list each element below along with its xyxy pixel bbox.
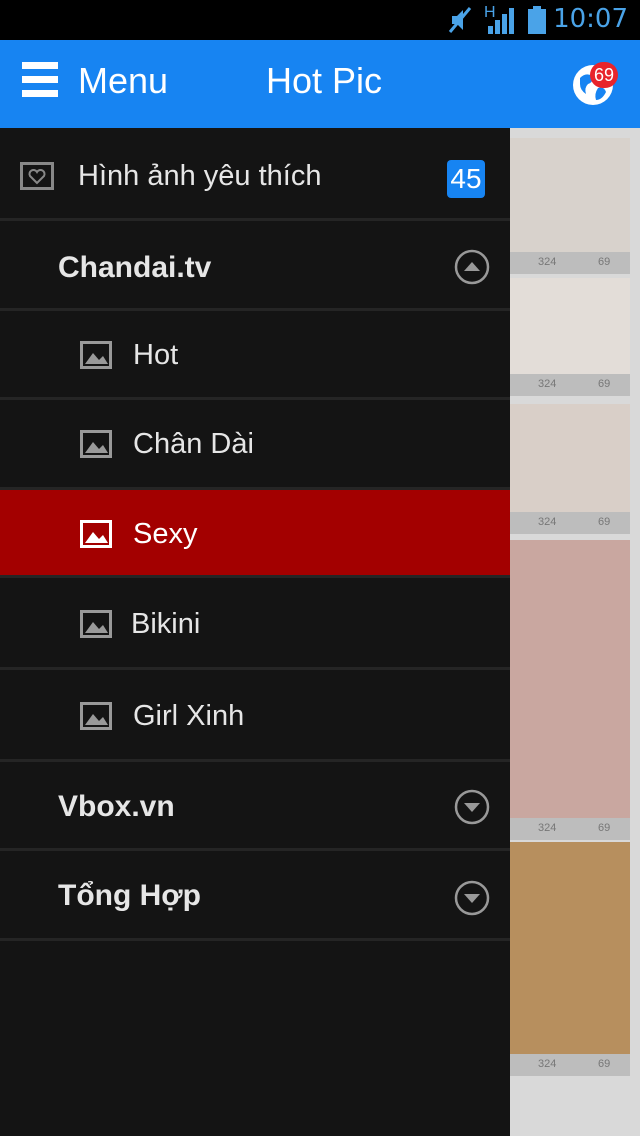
section-label: Vbox.vn: [58, 790, 175, 823]
section-tong-hop[interactable]: Tổng Hợp: [0, 851, 510, 941]
background-photo-tile[interactable]: [510, 842, 630, 1054]
app-bar: Menu Hot Pic 69: [0, 40, 640, 128]
heart-frame-icon: [20, 162, 54, 190]
favorites-label: Hình ảnh yêu thích: [78, 160, 322, 192]
background-photo-meta: 324 69: [510, 512, 630, 534]
background-photo-meta: 324 69: [510, 252, 630, 274]
background-photo-tile[interactable]: [510, 404, 630, 512]
background-photo-meta: 324 69: [510, 1054, 630, 1076]
nav-item-label: Hot: [133, 339, 179, 371]
favorites-count-badge: 45: [447, 160, 485, 198]
notification-badge: 69: [590, 62, 618, 88]
section-vbox[interactable]: Vbox.vn: [0, 762, 510, 851]
app-title: Hot Pic: [266, 60, 383, 101]
background-like-count: 69: [598, 378, 611, 390]
background-like-count: 69: [598, 516, 611, 528]
mute-icon: [448, 7, 472, 33]
background-photo-tile[interactable]: [510, 540, 630, 818]
battery-icon: [528, 6, 546, 34]
nav-item-label: Sexy: [133, 518, 198, 550]
navigation-drawer: Hình ảnh yêu thích 45 Chandai.tv Hot Châ…: [0, 128, 510, 1136]
image-icon: [80, 520, 112, 548]
image-icon: [80, 341, 112, 369]
expand-arrow-icon[interactable]: [454, 880, 490, 916]
background-like-count: 69: [598, 1058, 611, 1070]
nav-item-bikini[interactable]: Bikini: [0, 578, 510, 670]
background-photo-tile[interactable]: [510, 278, 630, 374]
background-view-count: 324: [538, 516, 557, 528]
image-icon: [80, 702, 112, 730]
status-bar: H 10:07: [0, 0, 640, 40]
nav-item-hot[interactable]: Hot: [0, 311, 510, 400]
background-image-list: 324 69 324 69 324 69 324 69 324 69: [510, 128, 640, 1136]
nav-item-label: Girl Xinh: [133, 700, 245, 732]
section-chandai[interactable]: Chandai.tv: [0, 221, 510, 311]
favorites-item[interactable]: Hình ảnh yêu thích 45: [0, 128, 510, 221]
background-view-count: 324: [538, 1058, 557, 1070]
status-time: 10:07: [553, 4, 628, 34]
hamburger-menu-icon[interactable]: [22, 62, 58, 106]
background-view-count: 324: [538, 378, 557, 390]
background-photo-meta: 324 69: [510, 818, 630, 840]
image-icon: [80, 430, 112, 458]
collapse-arrow-icon[interactable]: [454, 249, 490, 285]
background-view-count: 324: [538, 256, 557, 268]
nav-item-label: Chân Dài: [133, 428, 254, 460]
background-like-count: 69: [598, 822, 611, 834]
background-photo-tile[interactable]: [510, 138, 630, 252]
nav-item-girl-xinh[interactable]: Girl Xinh: [0, 670, 510, 762]
background-view-count: 324: [538, 822, 557, 834]
section-label: Chandai.tv: [58, 251, 212, 284]
nav-item-label: Bikini: [131, 608, 201, 640]
signal-icon: [488, 8, 514, 34]
expand-arrow-icon[interactable]: [454, 789, 490, 825]
nav-item-sexy[interactable]: Sexy: [0, 490, 510, 578]
menu-label[interactable]: Menu: [78, 60, 168, 102]
section-label: Tổng Hợp: [58, 879, 201, 912]
image-icon: [80, 610, 112, 638]
nav-item-chan-dai[interactable]: Chân Dài: [0, 400, 510, 490]
background-like-count: 69: [598, 256, 611, 268]
background-photo-meta: 324 69: [510, 374, 630, 396]
